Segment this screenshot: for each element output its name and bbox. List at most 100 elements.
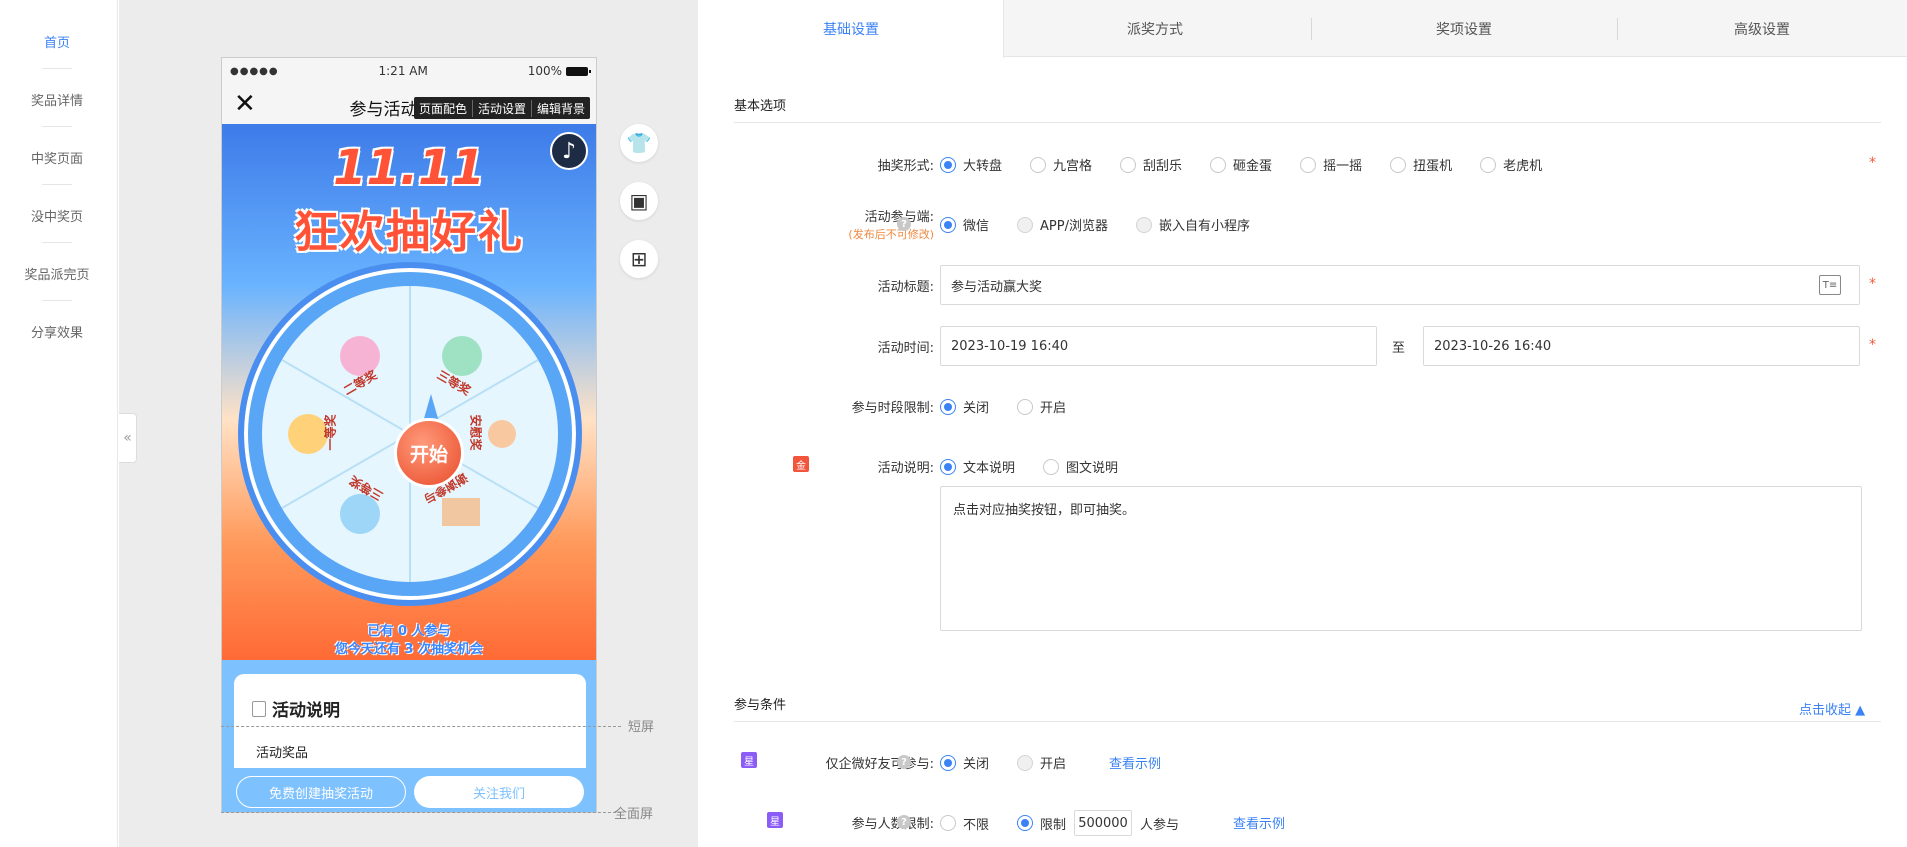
radio-dot xyxy=(1120,156,1137,173)
text-format-icon[interactable]: T≡ xyxy=(1819,275,1841,295)
activity-title-input[interactable]: 参与活动赢大奖 T≡ xyxy=(940,265,1860,305)
radio-wechat[interactable]: 微信 xyxy=(940,215,989,234)
document-icon xyxy=(252,700,266,717)
radio-gacha[interactable]: 扭蛋机 xyxy=(1390,155,1452,174)
nav-divider xyxy=(42,126,72,127)
tab-prize-settings[interactable]: 奖项设置 xyxy=(1311,0,1617,57)
sidebar-item-no-win-page[interactable]: 没中奖页 xyxy=(0,206,114,225)
settings-tabs: 基础设置 派奖方式 奖项设置 高级设置 xyxy=(699,0,1907,58)
apps-grid-icon[interactable]: ⊞ xyxy=(620,240,658,278)
activity-time-label: 活动时间: xyxy=(877,341,934,356)
radio-label: 嵌入自有小程序 xyxy=(1158,219,1250,234)
description-heading: 活动说明 xyxy=(252,696,340,721)
phone-preview: ●●●●● 1:21 AM 100% ✕ 参与活动赢大奖 页面配色 活动设置 编… xyxy=(221,57,597,813)
music-icon[interactable]: ♪ xyxy=(550,132,588,170)
radio-dot xyxy=(1135,216,1152,233)
radio-dot xyxy=(940,815,956,831)
radio-dot xyxy=(1043,458,1060,475)
radio-mini-program: 嵌入自有小程序 xyxy=(1135,215,1250,234)
tab-advanced-settings[interactable]: 高级设置 xyxy=(1617,0,1907,57)
participant-limit-input[interactable]: 500000 xyxy=(1074,810,1133,836)
radio-text-explanation[interactable]: 文本说明 xyxy=(940,457,1015,476)
follow-us-button[interactable]: 关注我们 xyxy=(414,776,584,808)
collapse-conditions-link[interactable]: 点击收起 ▲ xyxy=(1799,699,1865,718)
radio-period-on[interactable]: 开启 xyxy=(1017,397,1066,416)
radio-dot xyxy=(1300,156,1317,173)
radio-label: APP/浏览器 xyxy=(1040,219,1108,234)
sidebar-item-prize-detail[interactable]: 奖品详情 xyxy=(0,90,114,109)
radio-unlimited[interactable]: 不限 xyxy=(940,814,989,833)
required-mark: * xyxy=(1869,337,1876,353)
help-icon[interactable]: ? xyxy=(897,755,911,769)
activity-settings-button[interactable]: 活动设置 xyxy=(473,99,533,117)
view-example-link[interactable]: 查看示例 xyxy=(1109,753,1161,772)
radio-label: 开启 xyxy=(1040,757,1067,772)
participant-limit-label: 参与人数限制: xyxy=(851,817,934,832)
sidebar-item-home[interactable]: 首页 xyxy=(0,32,114,51)
hero-title-date: 11.11 xyxy=(333,140,485,196)
radio-label: 九宫格 xyxy=(1053,159,1093,174)
radio-slot-machine[interactable]: 老虎机 xyxy=(1480,155,1542,174)
explanation-textarea[interactable]: 点击对应抽奖按钮，即可抽奖。 xyxy=(940,486,1862,631)
help-icon[interactable]: ? xyxy=(897,217,911,231)
edit-background-button[interactable]: 编辑背景 xyxy=(532,100,590,117)
radio-dot xyxy=(940,458,956,475)
section-divider xyxy=(734,122,1881,123)
shirt-theme-icon[interactable]: 👕 xyxy=(620,124,658,162)
radio-wheel[interactable]: 大转盘 xyxy=(940,155,1002,174)
short-screen-label: 短屏 xyxy=(628,720,655,735)
sidebar-item-prizes-gone-page[interactable]: 奖品派完页 xyxy=(0,264,114,283)
radio-label: 微信 xyxy=(963,219,990,234)
collapse-link-text: 点击收起 xyxy=(1799,703,1852,718)
battery-indicator: 100% xyxy=(528,64,591,78)
explanation-label-wrap: 活动说明: xyxy=(734,457,934,477)
radio-wecom-on: 开启 xyxy=(1017,753,1066,772)
collapse-sidebar-button[interactable]: « xyxy=(119,413,137,463)
radio-dot xyxy=(1017,216,1034,233)
radio-label: 砸金蛋 xyxy=(1233,159,1273,174)
radio-label: 扭蛋机 xyxy=(1413,159,1453,174)
radio-dot xyxy=(1017,754,1034,771)
wecom-friends-label: 仅企微好友可参与: xyxy=(825,757,934,772)
tab-distribution-method[interactable]: 派奖方式 xyxy=(1005,0,1305,57)
sidebar-item-win-page[interactable]: 中奖页面 xyxy=(0,148,114,167)
create-lottery-button[interactable]: 免费创建抽奖活动 xyxy=(236,776,406,808)
radio-shake[interactable]: 摇一摇 xyxy=(1300,155,1362,174)
radio-dot xyxy=(1390,156,1407,173)
sidebar-item-share-effect[interactable]: 分享效果 xyxy=(0,322,114,341)
radio-label: 大转盘 xyxy=(963,159,1003,174)
platform-radio-group: 微信 APP/浏览器 嵌入自有小程序 xyxy=(940,215,1278,234)
page-color-button[interactable]: 页面配色 xyxy=(414,99,474,117)
radio-dot xyxy=(940,754,956,771)
radio-image-explanation[interactable]: 图文说明 xyxy=(1043,457,1118,476)
phone-bottom-bar: 免费创建抽奖活动 关注我们 xyxy=(222,768,596,812)
radio-dot xyxy=(940,216,956,233)
start-spin-button[interactable]: 开始 xyxy=(394,418,464,488)
radio-scratch-card[interactable]: 刮刮乐 xyxy=(1120,155,1182,174)
view-example-link[interactable]: 查看示例 xyxy=(1233,813,1285,832)
radio-wecom-off[interactable]: 关闭 xyxy=(940,753,989,772)
radio-golden-egg[interactable]: 砸金蛋 xyxy=(1210,155,1272,174)
activity-title-label: 活动标题: xyxy=(877,280,934,295)
end-time-input[interactable]: 2023-10-26 16:40 xyxy=(1423,326,1860,366)
radio-limited[interactable]: 限制 xyxy=(1017,814,1066,833)
radio-nine-grid[interactable]: 九宫格 xyxy=(1030,155,1092,174)
chances-note: 您今天还有 3 次抽奖机会 xyxy=(334,642,484,657)
radio-label: 摇一摇 xyxy=(1323,159,1363,174)
activity-title-value: 参与活动赢大奖 xyxy=(951,279,1043,295)
archive-icon[interactable]: ▣ xyxy=(620,182,658,220)
radio-label: 老虎机 xyxy=(1503,159,1543,174)
tab-basic-settings[interactable]: 基础设置 xyxy=(699,0,1004,58)
caret-up-icon: ▲ xyxy=(1855,703,1866,718)
period-limit-label: 参与时段限制: xyxy=(851,401,934,416)
settings-panel: 基础设置 派奖方式 奖项设置 高级设置 基本选项 抽奖形式: 大转盘 九宫格 刮… xyxy=(699,0,1907,847)
radio-label: 开启 xyxy=(1040,401,1067,416)
short-screen-guide xyxy=(221,726,621,727)
time-separator: 至 xyxy=(1392,341,1406,356)
start-time-input[interactable]: 2023-10-19 16:40 xyxy=(940,326,1377,366)
radio-period-off[interactable]: 关闭 xyxy=(940,397,989,416)
status-time: 1:21 AM xyxy=(378,64,428,78)
radio-dot xyxy=(940,398,956,415)
help-icon[interactable]: ? xyxy=(897,815,911,829)
explanation-radio-group: 文本说明 图文说明 xyxy=(940,457,1146,476)
